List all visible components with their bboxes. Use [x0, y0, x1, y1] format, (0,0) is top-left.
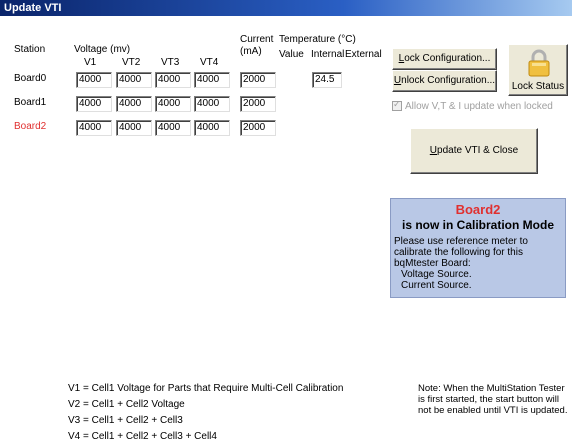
board1-vt2-input[interactable]: 4000 [116, 96, 152, 112]
voltage-header: Voltage (mv) [74, 44, 131, 55]
board0-v1-input[interactable]: 4000 [76, 72, 112, 88]
calibration-info-panel: Board2 is now in Calibration Mode Please… [390, 198, 566, 298]
board2-vt3-input[interactable]: 4000 [155, 120, 191, 136]
lock-status-button[interactable]: Lock Status [508, 44, 568, 96]
board0-vt2-input[interactable]: 4000 [116, 72, 152, 88]
board2-v1-input[interactable]: 4000 [76, 120, 112, 136]
calibration-item-voltage: Voltage Source. [401, 269, 472, 280]
update-accelerator: U [429, 145, 438, 156]
calibration-item-current: Current Source. [401, 280, 472, 291]
current-unit-header: (mA) [240, 46, 262, 57]
temp-external-header: External [345, 49, 382, 60]
window-title: Update VTI [0, 0, 572, 16]
allow-update-label: Allow V,T & I update when locked [405, 101, 553, 112]
board0-temp-internal-input[interactable]: 24.5 [312, 72, 342, 88]
temp-internal-header: Internal [311, 49, 345, 60]
board1-label: Board1 [14, 97, 47, 108]
station-header: Station [14, 44, 46, 55]
calibration-message: Please use reference meter to calibrate … [394, 236, 528, 269]
temp-value-header: Value [279, 49, 304, 60]
vt2-header: VT2 [122, 57, 141, 68]
board2-current-input[interactable]: 2000 [240, 120, 276, 136]
checkbox-check-icon [392, 99, 402, 112]
board1-current-input[interactable]: 2000 [240, 96, 276, 112]
unlock-configuration-button[interactable]: Unlock Configuration... [392, 70, 497, 92]
board2-vt4-input[interactable]: 4000 [194, 120, 230, 136]
board1-v1-input[interactable]: 4000 [76, 96, 112, 112]
board0-vt3-input[interactable]: 4000 [155, 72, 191, 88]
v1-header: V1 [84, 57, 97, 68]
update-button-label: pdate VTI & Close [437, 145, 519, 156]
temperature-header: Temperature (°C) [279, 34, 356, 45]
board2-label: Board2 [14, 121, 47, 132]
board0-label: Board0 [14, 73, 47, 84]
board1-vt4-input[interactable]: 4000 [194, 96, 230, 112]
note-v4: V4 = Cell1 + Cell2 + Cell3 + Cell4 [68, 431, 217, 442]
current-header: Current [240, 34, 274, 45]
calibration-board-name: Board2 [455, 202, 501, 217]
note-v3: V3 = Cell1 + Cell2 + Cell3 [68, 415, 183, 426]
unlock-button-label: nlock Configuration... [401, 75, 496, 86]
board0-vt4-input[interactable]: 4000 [194, 72, 230, 88]
board2-vt2-input[interactable]: 4000 [116, 120, 152, 136]
lock-status-label: Lock Status [511, 81, 565, 92]
board1-vt3-input[interactable]: 4000 [155, 96, 191, 112]
note-v1: V1 = Cell1 Voltage for Parts that Requir… [68, 383, 344, 394]
update-vti-close-button[interactable]: Update VTI & Close [410, 128, 538, 174]
board0-current-input[interactable]: 2000 [240, 72, 276, 88]
vt4-header: VT4 [200, 57, 219, 68]
lock-configuration-button[interactable]: Lock Configuration... [392, 48, 497, 70]
vt3-header: VT3 [161, 57, 180, 68]
allow-update-checkbox[interactable]: Allow V,T & I update when locked [392, 99, 553, 112]
padlock-icon [528, 49, 550, 77]
calibration-headline: is now in Calibration Mode [401, 218, 554, 232]
tester-note: Note: When the MultiStation Tester is fi… [418, 383, 568, 416]
lock-button-label: ock Configuration... [404, 53, 491, 64]
note-v2: V2 = Cell1 + Cell2 Voltage [68, 399, 185, 410]
